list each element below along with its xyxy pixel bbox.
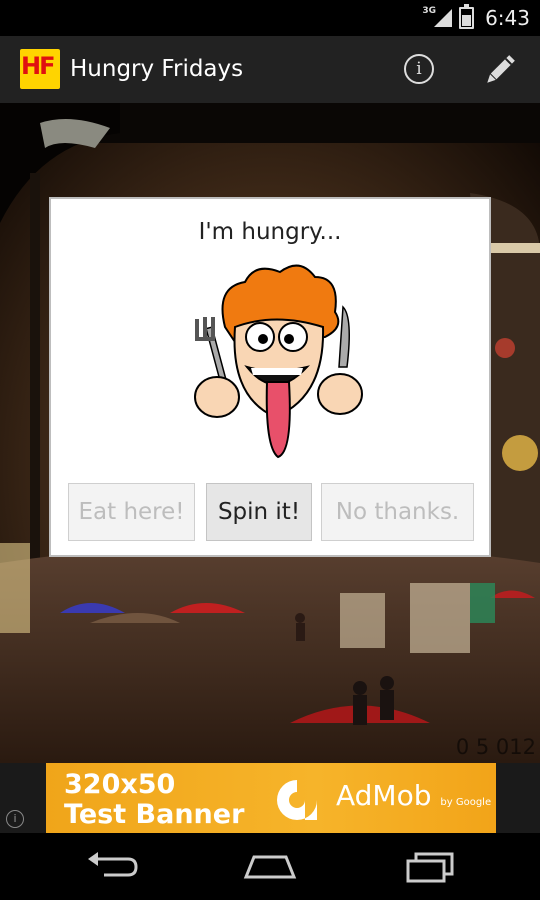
recents-icon[interactable] [400, 847, 460, 887]
battery-icon [459, 4, 474, 29]
ad-size-text: 320x50 [64, 769, 176, 800]
status-time: 6:43 [485, 6, 530, 30]
home-icon[interactable] [240, 847, 300, 887]
pencil-icon[interactable] [480, 50, 520, 90]
signal-icon [434, 9, 452, 27]
ad-label-text: Test Banner [64, 799, 245, 830]
hungry-cartoon-image [175, 257, 375, 467]
info-icon[interactable]: i [6, 810, 24, 828]
dialog-title: I'm hungry... [198, 219, 342, 245]
ad-bar: i 320x50 Test Banner AdMob by Google [0, 763, 540, 833]
hungry-dialog: I'm hungry... Eat here! Spin it! No than… [49, 197, 491, 557]
admob-logo-icon [277, 780, 317, 820]
photo-timestamp: 0 5 012 [455, 735, 536, 759]
app-title: Hungry Fridays [70, 56, 244, 82]
navigation-bar [0, 833, 540, 900]
back-icon[interactable] [82, 847, 142, 887]
info-icon[interactable]: i [404, 54, 434, 84]
action-bar: HF Hungry Fridays i [0, 36, 540, 103]
admob-brand: AdMob by Google [336, 779, 492, 812]
no-thanks-button[interactable]: No thanks. [321, 483, 474, 541]
ad-banner[interactable]: 320x50 Test Banner AdMob by Google [46, 763, 496, 833]
spin-it-button[interactable]: Spin it! [206, 483, 312, 541]
app-logo: HF [20, 49, 60, 89]
eat-here-button[interactable]: Eat here! [68, 483, 195, 541]
status-bar: 3G 6:43 [0, 0, 540, 36]
